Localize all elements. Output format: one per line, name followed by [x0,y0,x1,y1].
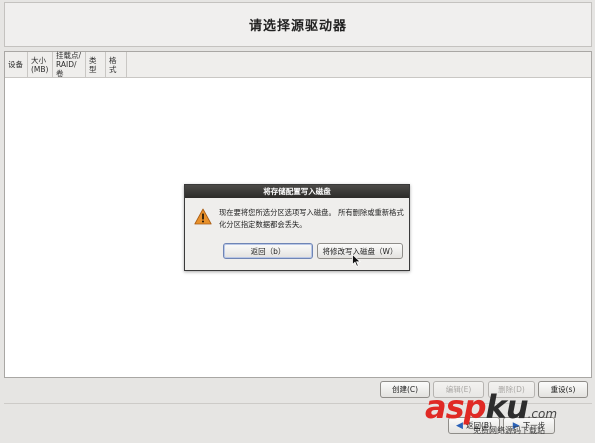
watermark-subtitle: 免费网络源码下载站 [473,426,545,435]
column-header-type[interactable]: 类型 [86,52,106,77]
column-header-format[interactable]: 格式 [106,52,127,77]
page-header: 请选择源驱动器 [4,2,592,47]
mouse-cursor-icon [352,254,361,267]
dialog-back-button[interactable]: 返回（b） [223,243,313,259]
warning-icon [194,208,212,225]
column-header-size[interactable]: 大小 (MB) [28,52,53,77]
dialog-message: 现在要将您所选分区选项写入磁盘。 所有删除或重新格式化分区指定数据都会丢失。 [219,208,404,229]
page-title: 请选择源驱动器 [248,19,347,34]
dialog-titlebar[interactable]: 将存储配置写入磁盘 [185,185,409,198]
dialog-title: 将存储配置写入磁盘 [263,187,331,196]
table-header: 设备 大小 (MB) 挂载点/ RAID/卷 类型 格式 [5,51,591,78]
write-to-disk-dialog: 将存储配置写入磁盘 现在要将您所选分区选项写入磁盘。 所有删除或重新格式化分区指… [184,184,410,271]
column-header-device[interactable]: 设备 [5,52,28,77]
watermark: aspku.com 免费网络源码下载站 [423,388,591,440]
watermark-logo: aspku.com [425,388,558,426]
column-header-mountpoint[interactable]: 挂载点/ RAID/卷 [53,51,86,78]
column-header-filler [127,52,591,77]
